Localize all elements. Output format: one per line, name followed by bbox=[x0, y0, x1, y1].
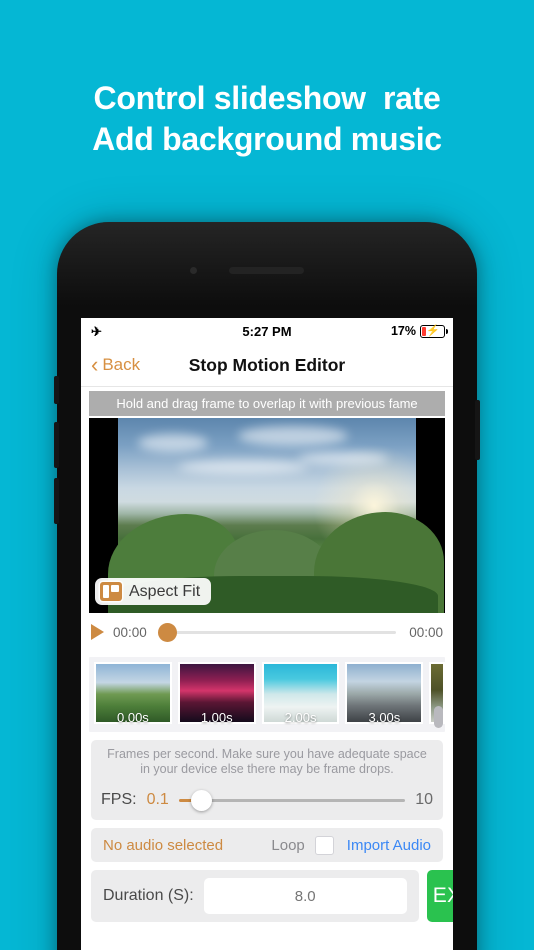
fps-row: FPS: 0.1 10 bbox=[101, 789, 433, 811]
total-time-label: 00:00 bbox=[409, 624, 443, 640]
frame-time-label: 2.00s bbox=[284, 710, 317, 725]
filmstrip-frame[interactable]: 0.00s bbox=[94, 662, 172, 725]
fps-card: Frames per second. Make sure you have ad… bbox=[91, 740, 443, 820]
promo-screenshot: Control slideshow rate Add background mu… bbox=[0, 0, 534, 950]
power-button[interactable] bbox=[475, 400, 480, 460]
duration-input[interactable] bbox=[203, 878, 407, 914]
volume-down-button[interactable] bbox=[54, 478, 59, 524]
aspect-fit-button[interactable]: Aspect Fit bbox=[95, 578, 212, 605]
battery-percent-label: 17% bbox=[390, 324, 416, 338]
aspect-fit-icon bbox=[100, 582, 122, 601]
mute-switch-button[interactable] bbox=[54, 376, 59, 404]
status-right: 17% ⚡ bbox=[390, 324, 448, 338]
fps-slider-knob[interactable] bbox=[190, 789, 212, 811]
export-row: Duration (S): EXPORT bbox=[91, 870, 453, 922]
front-camera-icon bbox=[190, 267, 197, 274]
fps-label: FPS: bbox=[101, 791, 137, 808]
cloud-decoration bbox=[178, 460, 308, 474]
playback-knob[interactable] bbox=[158, 623, 177, 642]
filmstrip-frame[interactable]: 3.00s bbox=[345, 662, 424, 725]
audio-row: No audio selected Loop Import Audio bbox=[91, 828, 443, 862]
audio-status-label: No audio selected bbox=[103, 836, 224, 854]
duration-field-group: Duration (S): bbox=[91, 870, 419, 922]
nav-bar: ‹ Back Stop Motion Editor bbox=[81, 344, 453, 387]
export-button[interactable]: EXPORT bbox=[426, 870, 453, 922]
filmstrip-frame[interactable]: 1.00s bbox=[177, 662, 256, 725]
frame-time-label: 1.00s bbox=[200, 710, 233, 725]
frame-time-label: 3.00s bbox=[368, 710, 401, 725]
play-icon[interactable] bbox=[91, 624, 104, 640]
fps-slider-track bbox=[196, 798, 406, 802]
playback-slider[interactable] bbox=[158, 622, 396, 642]
fps-max-label: 10 bbox=[415, 791, 433, 808]
fps-help-text: Frames per second. Make sure you have ad… bbox=[107, 747, 427, 776]
page-title: Stop Motion Editor bbox=[188, 354, 346, 375]
filmstrip-scrollbar[interactable] bbox=[434, 706, 443, 728]
status-bar: ✈ 5:27 PM 17% ⚡ bbox=[81, 318, 453, 344]
current-time-label: 00:00 bbox=[113, 624, 147, 640]
filmstrip[interactable]: 0.00s 1.00s 2.00s 3.00s bbox=[89, 657, 445, 732]
playback-track bbox=[160, 630, 396, 634]
filmstrip-frame[interactable]: 2.00s bbox=[261, 662, 340, 725]
loop-label: Loop bbox=[271, 836, 305, 854]
volume-up-button[interactable] bbox=[54, 422, 59, 468]
fps-slider[interactable] bbox=[178, 789, 406, 811]
frame-time-label: 0.00s bbox=[117, 710, 149, 725]
duration-label: Duration (S): bbox=[103, 887, 194, 904]
filmstrip-container: 0.00s 1.00s 2.00s 3.00s bbox=[81, 657, 453, 732]
cloud-decoration bbox=[238, 426, 348, 446]
headline-line-1: Control slideshow rate bbox=[93, 80, 441, 116]
battery-fill bbox=[422, 326, 426, 336]
earpiece-speaker bbox=[229, 267, 304, 274]
aspect-fit-label: Aspect Fit bbox=[129, 582, 201, 600]
playback-controls: 00:00 00:00 bbox=[91, 619, 443, 645]
fps-min-label: 0.1 bbox=[146, 791, 169, 808]
promo-headline: Control slideshow rate Add background mu… bbox=[0, 78, 534, 159]
battery-icon: ⚡ bbox=[420, 324, 448, 338]
charging-bolt-icon: ⚡ bbox=[426, 324, 440, 337]
loop-checkbox[interactable] bbox=[314, 835, 334, 855]
headline-line-2: Add background music bbox=[92, 120, 442, 157]
cloud-decoration bbox=[138, 434, 208, 452]
hint-banner: Hold and drag frame to overlap it with p… bbox=[89, 391, 445, 416]
video-preview[interactable]: Aspect Fit bbox=[89, 418, 445, 613]
import-audio-button[interactable]: Import Audio bbox=[347, 837, 431, 854]
phone-screen: ✈ 5:27 PM 17% ⚡ ‹ Back Stop Motion Edito bbox=[81, 318, 453, 950]
cloud-decoration bbox=[298, 452, 388, 465]
phone-mockup: ✈ 5:27 PM 17% ⚡ ‹ Back Stop Motion Edito bbox=[54, 222, 480, 950]
